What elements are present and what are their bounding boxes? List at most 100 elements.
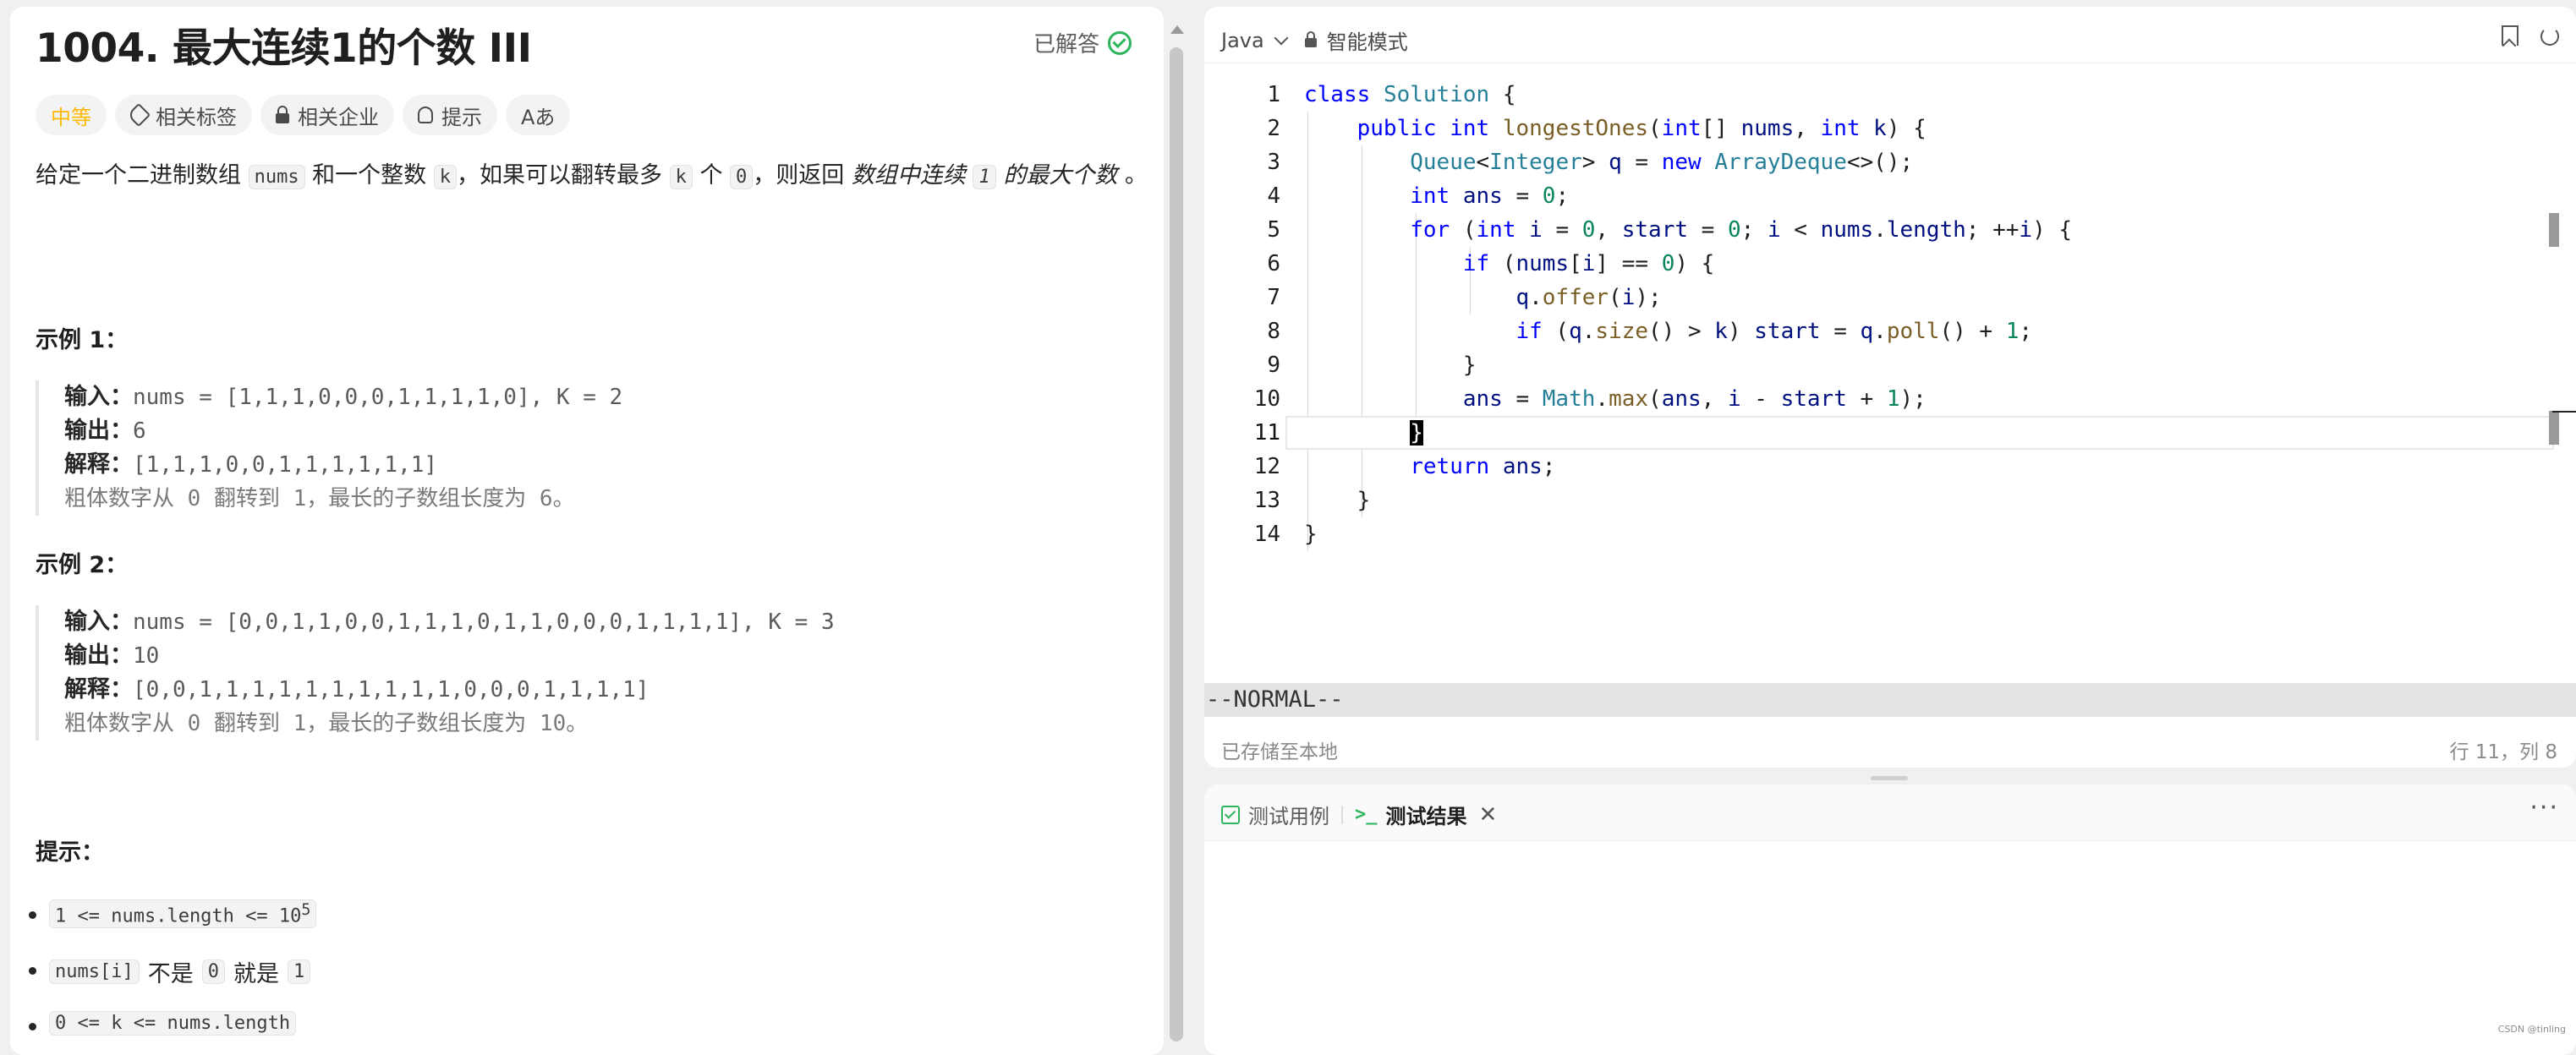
desc-text: 给定一个二进制数组 bbox=[36, 162, 241, 189]
example-1-output: 输出：6 bbox=[64, 414, 1164, 448]
code-text: return ans; bbox=[1410, 454, 1556, 479]
tab-testcase-label: 测试用例 bbox=[1248, 805, 1329, 828]
vim-mode-bar: --NORMAL-- bbox=[1204, 683, 2576, 717]
line-number: 10 bbox=[1253, 386, 1280, 412]
bullet bbox=[29, 967, 36, 975]
panel-resize-handle[interactable] bbox=[1871, 776, 1908, 780]
scroll-up-arrow-icon[interactable] bbox=[1170, 25, 1184, 34]
tab-testcase[interactable]: 测试用例 bbox=[1221, 800, 1329, 829]
solved-status: 已解答 bbox=[1033, 27, 1132, 58]
line-number: 14 bbox=[1253, 522, 1280, 547]
hint-button[interactable]: 提示 bbox=[403, 95, 497, 135]
language-select[interactable]: Java bbox=[1221, 28, 1289, 52]
smart-mode-toggle[interactable]: 智能模式 bbox=[1304, 25, 1408, 55]
code-line: 7 q.offer(i); bbox=[1204, 281, 2557, 314]
editor-toolbar: Java 智能模式 bbox=[1221, 25, 1408, 55]
line-number: 11 bbox=[1253, 420, 1280, 446]
text-cursor: } bbox=[1410, 420, 1423, 446]
input-value: nums = [0,0,1,1,0,0,1,1,1,0,1,1,0,0,0,1,… bbox=[133, 609, 835, 635]
language-label: Java bbox=[1221, 28, 1264, 52]
problem-panel: 1004. 最大连续1的个数 III 已解答 中等 相关标签 相关企业 提示 A… bbox=[10, 7, 1164, 1055]
related-tags-label: 相关标签 bbox=[156, 105, 237, 129]
cursor-position: 行 11，列 8 bbox=[2449, 741, 2557, 763]
example-1-block: 输入：nums = [1,1,1,0,0,0,1,1,1,1,0], K = 2… bbox=[36, 380, 1164, 516]
line-number: 4 bbox=[1267, 183, 1280, 209]
line-number: 5 bbox=[1267, 217, 1280, 243]
desc-code-k: k bbox=[669, 165, 693, 189]
tab-divider bbox=[1341, 805, 1343, 824]
code-line: 6 if (nums[i] == 0) { bbox=[1204, 247, 2557, 281]
translate-icon: Aあ bbox=[521, 105, 556, 129]
code-line: 13 } bbox=[1204, 484, 2557, 517]
line-number: 9 bbox=[1267, 353, 1280, 378]
related-tags-button[interactable]: 相关标签 bbox=[115, 95, 252, 135]
more-options-icon[interactable]: ··· bbox=[2529, 793, 2559, 823]
close-icon[interactable]: ✕ bbox=[1479, 802, 1498, 828]
code-line: 3 Queue<Integer> q = new ArrayDeque<>(); bbox=[1204, 145, 2557, 179]
code-line: 11 } bbox=[1204, 416, 2557, 450]
bookmark-icon[interactable] bbox=[2502, 25, 2518, 46]
output-value: 10 bbox=[133, 643, 160, 669]
constraint-3: 0 <= k <= nums.length bbox=[29, 1011, 297, 1036]
desc-emphasis: 数组中连续 bbox=[851, 162, 966, 189]
input-label: 输入： bbox=[64, 609, 133, 635]
scrollbar-marker[interactable] bbox=[2549, 411, 2559, 445]
example-1-input: 输入：nums = [1,1,1,0,0,0,1,1,1,1,0], K = 2 bbox=[64, 380, 1164, 414]
code-text: } bbox=[1304, 353, 1477, 378]
difficulty-badge: 中等 bbox=[36, 95, 107, 135]
input-value: nums = [1,1,1,0,0,0,1,1,1,1,0], K = 2 bbox=[133, 385, 623, 410]
lock-icon bbox=[276, 106, 289, 123]
line-number: 13 bbox=[1253, 488, 1280, 513]
input-label: 输入： bbox=[64, 384, 133, 410]
code-text: if (nums[i] == 0) { bbox=[1462, 251, 1715, 276]
line-number: 3 bbox=[1267, 150, 1280, 175]
code-text: for (int i = 0, start = 0; i < nums.leng… bbox=[1410, 217, 2073, 243]
output-label: 输出： bbox=[64, 642, 133, 669]
code-text: q.offer(i); bbox=[1515, 285, 1662, 310]
constraint-code: 1 bbox=[287, 959, 311, 984]
code-editor-panel: Java 智能模式 1 class Solution { 2 public int… bbox=[1204, 7, 2576, 768]
check-circle-icon bbox=[1108, 30, 1132, 55]
tab-test-result[interactable]: >_ 测试结果 ✕ bbox=[1355, 800, 1497, 829]
reset-icon[interactable] bbox=[2540, 27, 2559, 46]
constraint-1: 1 <= nums.length <= 105 bbox=[29, 899, 317, 929]
example-1-note: 粗体数字从 0 翻转到 1，最长的子数组长度为 6。 bbox=[64, 486, 575, 511]
explain-label: 解释： bbox=[64, 451, 133, 478]
desc-code-one: 1 bbox=[973, 165, 996, 189]
line-number: 8 bbox=[1267, 319, 1280, 344]
solved-label: 已解答 bbox=[1033, 32, 1100, 57]
lightbulb-icon bbox=[418, 107, 433, 123]
desc-text: ，则返回 bbox=[753, 162, 845, 189]
line-number: 12 bbox=[1253, 454, 1280, 479]
constraint-code: nums[i] bbox=[49, 959, 140, 984]
editor-actions bbox=[2502, 25, 2559, 46]
translate-button[interactable]: Aあ bbox=[506, 95, 571, 135]
problem-description: 给定一个二进制数组 nums 和一个整数 k ，如果可以翻转最多 k 个 0 ，则返… bbox=[36, 159, 1152, 194]
related-companies-button[interactable]: 相关企业 bbox=[260, 95, 394, 135]
desc-text: ，如果可以翻转最多 bbox=[457, 162, 663, 189]
code-text: if (q.size() > k) start = q.poll() + 1; bbox=[1515, 319, 2033, 344]
example-2-output: 输出：10 bbox=[64, 639, 1164, 673]
line-number: 1 bbox=[1267, 82, 1280, 107]
results-panel: 测试用例 >_ 测试结果 ✕ ··· bbox=[1204, 784, 2576, 1055]
scrollbar-marker[interactable] bbox=[2549, 213, 2559, 247]
hints-heading: 提示： bbox=[36, 839, 104, 866]
difficulty-label: 中等 bbox=[51, 105, 91, 129]
constraint-code: 0 bbox=[201, 959, 225, 984]
hint-label: 提示 bbox=[441, 105, 482, 129]
code-text: int ans = 0; bbox=[1410, 183, 1570, 209]
save-status: 已存储至本地 bbox=[1221, 741, 1338, 763]
desc-code-zero: 0 bbox=[730, 165, 754, 189]
desc-text: 。 bbox=[1124, 162, 1148, 189]
code-line: 2 public int longestOnes(int[] nums, int… bbox=[1204, 112, 2557, 145]
constraint-code: 0 <= k <= nums.length bbox=[49, 1011, 297, 1036]
desc-text: 个 bbox=[699, 162, 723, 189]
explain-label: 解释： bbox=[64, 676, 133, 702]
terminal-icon: >_ bbox=[1355, 804, 1378, 825]
line-number: 2 bbox=[1267, 116, 1280, 141]
code-text: } bbox=[1304, 522, 1318, 547]
left-scrollbar-thumb[interactable] bbox=[1170, 47, 1183, 1041]
constraint-text: 就是 bbox=[233, 961, 279, 987]
watermark: CSDN @tinling bbox=[2497, 1024, 2566, 1035]
desc-code-k: k bbox=[433, 165, 458, 189]
